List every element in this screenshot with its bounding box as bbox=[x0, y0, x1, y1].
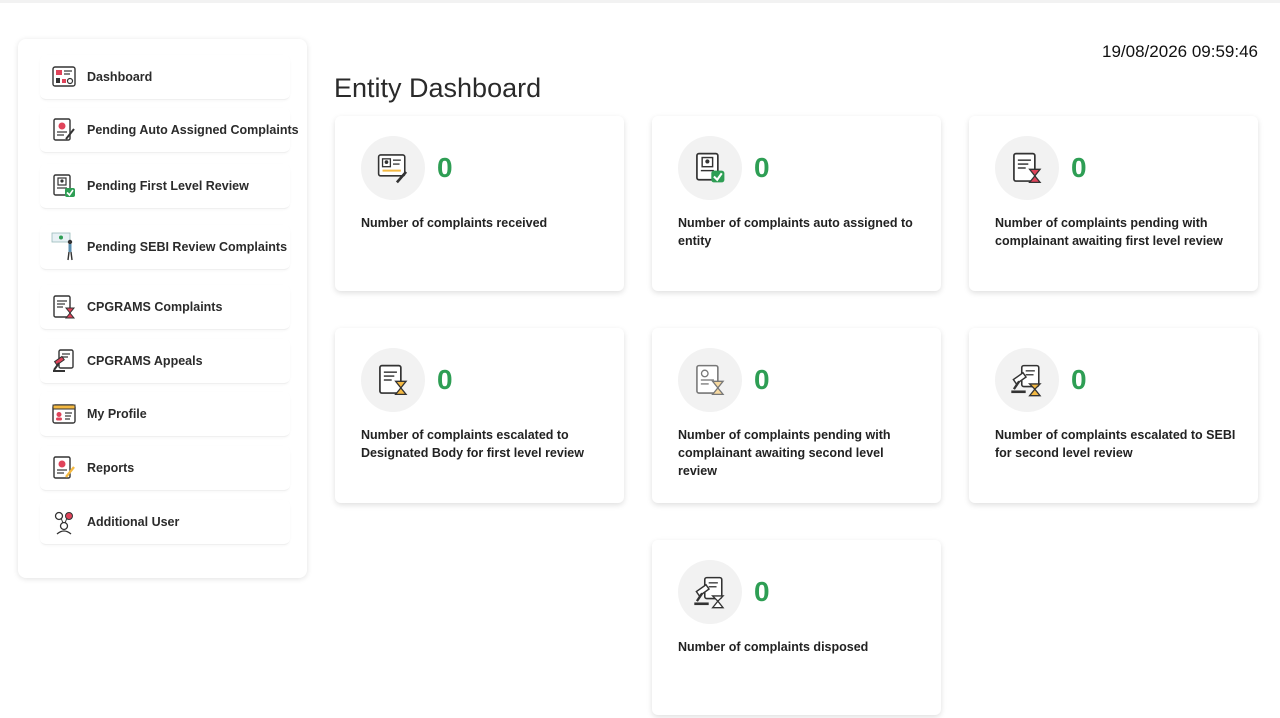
card-label: Number of complaints escalated to SEBI f… bbox=[995, 428, 1236, 460]
sidebar-item-pending-auto-assigned[interactable]: Pending Auto Assigned Complaints bbox=[40, 108, 299, 153]
stat-card-pending-first-level[interactable]: 0 Number of complaints pending with comp… bbox=[969, 116, 1258, 291]
sidebar-item-dashboard[interactable]: Dashboard bbox=[40, 55, 290, 100]
card-label: Number of complaints auto assigned to en… bbox=[678, 216, 913, 248]
card-count: 0 bbox=[754, 152, 770, 183]
top-divider bbox=[0, 0, 1280, 3]
sidebar-item-my-profile[interactable]: My Profile bbox=[40, 392, 290, 437]
document-hourglass-icon bbox=[678, 348, 742, 412]
profile-card-icon bbox=[50, 400, 78, 428]
card-count: 0 bbox=[1071, 152, 1087, 183]
document-check-icon bbox=[50, 172, 78, 200]
document-hourglass-icon bbox=[361, 348, 425, 412]
document-hourglass-icon bbox=[995, 136, 1059, 200]
sidebar-item-label: My Profile bbox=[87, 407, 147, 421]
card-label: Number of complaints escalated to Design… bbox=[361, 428, 584, 460]
stat-card-escalated-designated-body[interactable]: 0 Number of complaints escalated to Desi… bbox=[335, 328, 624, 503]
document-pen-icon bbox=[50, 116, 78, 144]
card-count: 0 bbox=[1071, 364, 1087, 395]
sidebar-item-cpgrams-complaints[interactable]: CPGRAMS Complaints bbox=[40, 285, 290, 330]
card-label: Number of complaints disposed bbox=[678, 640, 869, 654]
card-count: 0 bbox=[754, 576, 770, 607]
card-label: Number of complaints pending with compla… bbox=[678, 428, 891, 478]
report-pen-icon bbox=[50, 454, 78, 482]
document-pen-icon bbox=[361, 136, 425, 200]
card-count: 0 bbox=[437, 364, 453, 395]
sidebar-item-cpgrams-appeals[interactable]: CPGRAMS Appeals bbox=[40, 339, 290, 384]
card-count: 0 bbox=[754, 364, 770, 395]
sidebar-item-label: CPGRAMS Complaints bbox=[87, 300, 223, 314]
page-title: Entity Dashboard bbox=[334, 73, 542, 103]
sidebar-item-label: Reports bbox=[87, 461, 135, 475]
gavel-hourglass-icon bbox=[995, 348, 1059, 412]
sidebar-item-reports[interactable]: Reports bbox=[40, 446, 290, 491]
sidebar-item-label: Pending SEBI Review Complaints bbox=[87, 240, 288, 254]
sidebar-item-label: Additional User bbox=[87, 515, 180, 529]
datetime-display: 19/08/2026 09:59:46 bbox=[1102, 42, 1258, 61]
dashboard-icon bbox=[50, 63, 78, 91]
document-hourglass-icon bbox=[50, 293, 78, 321]
gavel-document-icon bbox=[50, 347, 78, 375]
stat-card-pending-second-level[interactable]: 0 Number of complaints pending with comp… bbox=[652, 328, 941, 503]
card-label: Number of complaints pending with compla… bbox=[995, 216, 1223, 248]
stat-card-auto-assigned[interactable]: 0 Number of complaints auto assigned to … bbox=[652, 116, 941, 291]
sidebar-item-label: Pending First Level Review bbox=[87, 179, 249, 193]
card-label: Number of complaints received bbox=[361, 216, 548, 230]
sidebar-item-label: Dashboard bbox=[87, 70, 153, 84]
stat-card-escalated-sebi[interactable]: 0 Number of complaints escalated to SEBI… bbox=[969, 328, 1258, 503]
sidebar-item-label: Pending Auto Assigned Complaints bbox=[87, 123, 299, 137]
sidebar-item-additional-user[interactable]: Additional User bbox=[40, 500, 290, 545]
card-count: 0 bbox=[437, 152, 453, 183]
sidebar-item-pending-first-level[interactable]: Pending First Level Review bbox=[40, 164, 290, 209]
document-check-icon bbox=[678, 136, 742, 200]
gavel-hourglass-icon bbox=[678, 560, 742, 624]
sidebar-item-pending-sebi-review[interactable]: Pending SEBI Review Complaints bbox=[40, 225, 290, 270]
users-icon bbox=[50, 508, 78, 536]
sidebar: Dashboard Pending Auto Assigned Complain… bbox=[18, 39, 307, 578]
stat-card-received[interactable]: 0 Number of complaints received bbox=[335, 116, 624, 291]
sidebar-item-label: CPGRAMS Appeals bbox=[87, 354, 203, 368]
person-board-icon bbox=[50, 232, 78, 261]
stat-card-disposed[interactable]: 0 Number of complaints disposed bbox=[652, 540, 941, 715]
